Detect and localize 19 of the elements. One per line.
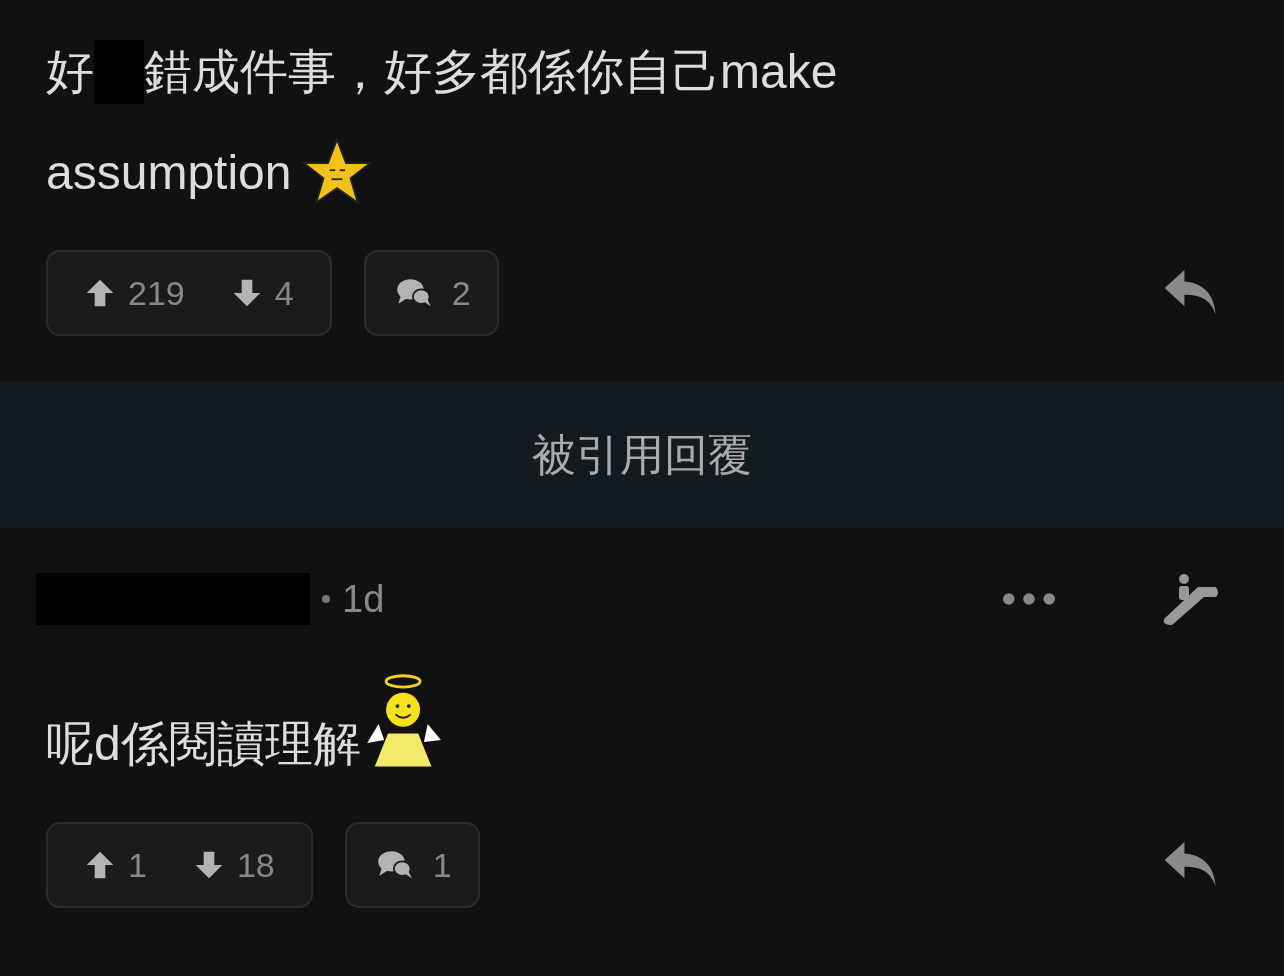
upvote-button[interactable]: 219 [84,273,185,313]
banner-label: 被引用回覆 [532,428,752,481]
post-time: 1d [342,577,385,621]
reply-icon[interactable] [1164,270,1218,316]
reply-icon[interactable] [1164,842,1218,888]
comments-button[interactable]: 1 [344,822,480,908]
upvote-button[interactable]: 1 [84,845,147,885]
post-text: 好 [46,44,94,100]
post-text: 呢d係閱讀理解 [46,716,361,772]
up-arrow-icon [84,849,116,881]
quoted-replies-banner[interactable]: 被引用回覆 [0,382,1284,528]
downvote-button[interactable]: 4 [230,273,294,313]
comments-button[interactable]: 2 [363,250,499,336]
downvote-button[interactable]: 18 [192,845,275,885]
separator-dot [322,595,330,603]
more-icon[interactable] [1002,592,1056,606]
post-text: assumption [46,144,292,200]
post-text: 錯成件事，好多都係你自己make [144,44,838,100]
up-arrow-icon [84,277,116,309]
